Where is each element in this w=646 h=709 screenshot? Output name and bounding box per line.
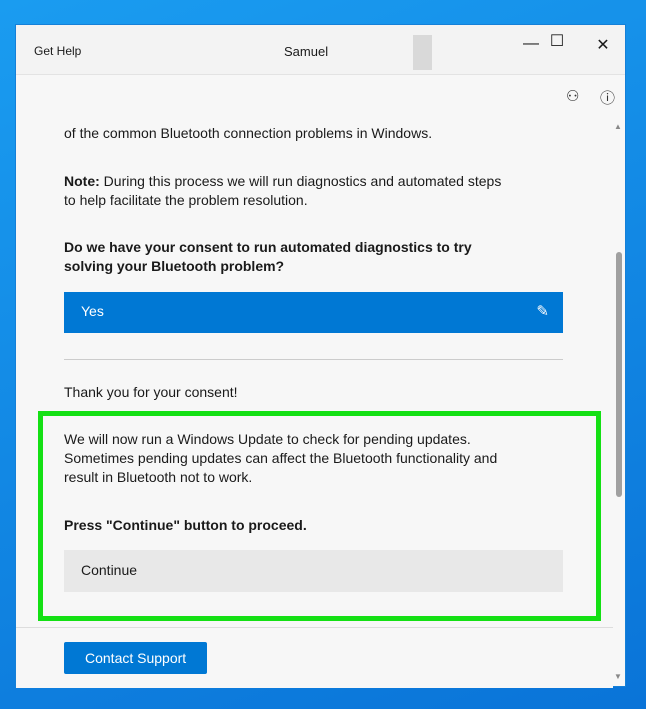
yes-answer: Yes ✎ [64,292,563,333]
maximize-button[interactable]: ☐ [542,31,572,51]
share-screen-icon[interactable]: ⚇ [566,87,579,105]
user-name: Samuel [284,44,329,59]
note-text: Note: During this process we will run di… [64,172,514,210]
continue-button[interactable]: Continue [64,550,563,592]
thanks-text: Thank you for your consent! [64,384,238,400]
scroll-down-icon[interactable]: ▼ [614,672,622,681]
scrollbar[interactable]: ▲ ▼ [612,122,625,687]
divider [64,359,563,360]
note-label: Note: [64,173,100,189]
scrollbar-thumb[interactable] [616,252,622,497]
info-icon[interactable]: ⓘ [600,87,615,108]
title-bar: Get Help Samuel — ☐ ✕ [16,25,625,75]
yes-label: Yes [81,303,104,319]
intro-text: of the common Bluetooth connection probl… [64,125,433,141]
app-title: Get Help [34,44,82,58]
consent-question: Do we have your consent to run automated… [64,239,472,274]
get-help-window: Get Help Samuel — ☐ ✕ ⚇ ⓘ of the common … [15,24,626,688]
avatar[interactable] [413,35,432,70]
scroll-up-icon[interactable]: ▲ [614,122,622,131]
note-body: During this process we will run diagnost… [64,173,502,208]
contact-support-button[interactable]: Contact Support [64,642,208,674]
close-button[interactable]: ✕ [588,35,618,55]
edit-icon[interactable]: ✎ [536,302,549,320]
footer: Contact Support [16,627,613,688]
